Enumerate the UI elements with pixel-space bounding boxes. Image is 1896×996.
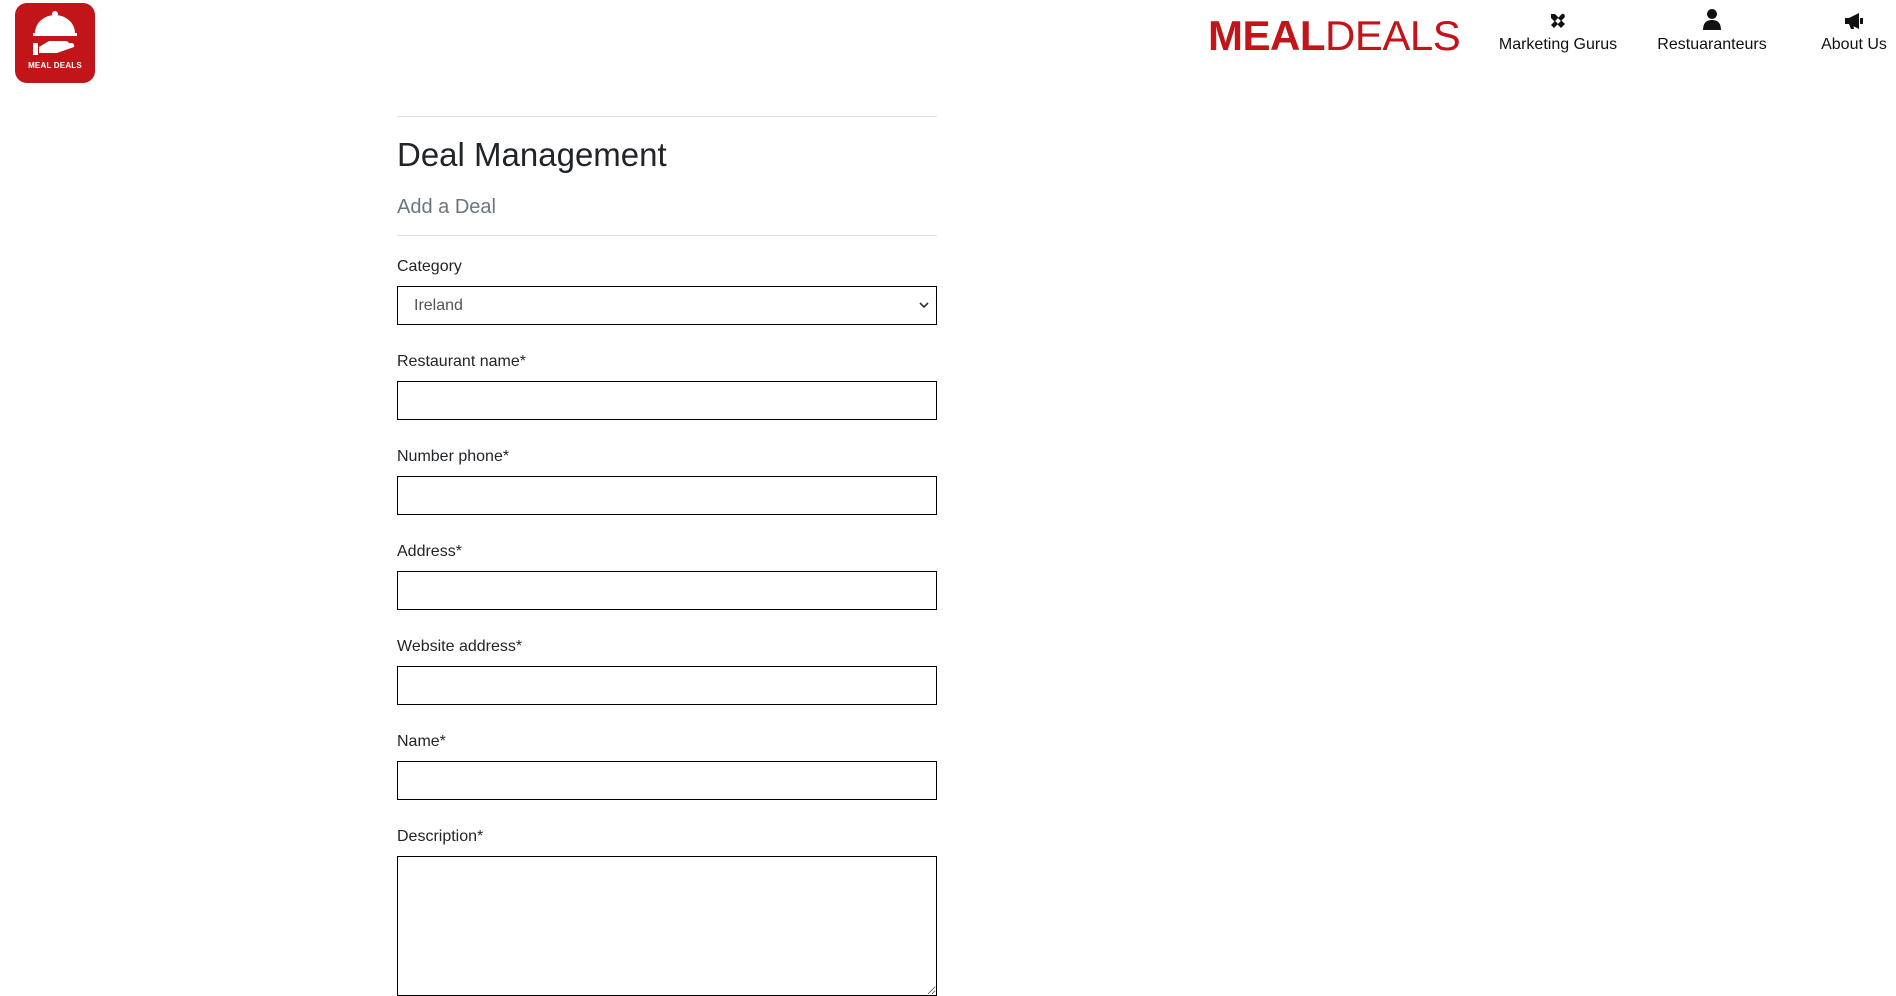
brand-wordmark[interactable]: MEALDEALS <box>1208 8 1461 64</box>
brand-name-bold: MEAL <box>1208 12 1326 59</box>
chevron-down-icon <box>919 302 929 309</box>
page-title: Deal Management <box>397 136 667 173</box>
nav-label-marketing-gurus: Marketing Gurus <box>1498 36 1618 53</box>
divider <box>397 116 937 117</box>
website-address-input[interactable] <box>397 666 937 705</box>
number-phone-label: Number phone* <box>397 448 510 465</box>
form-group-number-phone: Number phone* <box>397 447 937 515</box>
form-group-name: Name* <box>397 732 937 800</box>
number-phone-input[interactable] <box>397 476 937 515</box>
brand-name-regular: DEALS <box>1325 12 1461 59</box>
divider <box>397 235 937 236</box>
logo-text: MEAL DEALS <box>28 61 82 70</box>
category-label: Category <box>397 258 462 275</box>
tools-icon <box>1551 13 1565 28</box>
description-label: Description* <box>397 828 484 845</box>
nav-item-marketing-gurus[interactable]: Marketing Gurus <box>1493 8 1623 54</box>
nav-item-restuaranteurs[interactable]: Restuaranteurs <box>1647 8 1777 54</box>
name-input[interactable] <box>397 761 937 800</box>
page-subtitle: Add a Deal <box>397 196 496 218</box>
site-header: MEAL DEALS MEALDEALS Marketing Gurus Res… <box>0 0 1896 96</box>
restaurant-name-label: Restaurant name* <box>397 353 526 370</box>
cloche-hand-icon <box>33 11 77 55</box>
logo[interactable]: MEAL DEALS <box>15 3 95 83</box>
deal-form-container: Deal Management Add a Deal Category Irel… <box>397 116 937 996</box>
megaphone-icon <box>1845 13 1863 29</box>
nav-label-about-us: About Us <box>1821 36 1887 53</box>
address-input[interactable] <box>397 571 937 610</box>
form-group-category: Category Ireland <box>397 257 937 325</box>
form-group-address: Address* <box>397 542 937 610</box>
form-group-website-address: Website address* <box>397 637 937 705</box>
category-select[interactable]: Ireland <box>397 286 937 325</box>
form-group-restaurant-name: Restaurant name* <box>397 352 937 420</box>
person-icon <box>1703 9 1721 30</box>
nav-item-about-us[interactable]: About Us <box>1814 8 1894 54</box>
category-selected-value: Ireland <box>414 296 463 314</box>
address-label: Address* <box>397 543 462 560</box>
nav-label-restuaranteurs: Restuaranteurs <box>1657 36 1767 53</box>
description-textarea[interactable] <box>397 856 937 996</box>
name-label: Name* <box>397 733 446 750</box>
form-group-description: Description* <box>397 827 937 996</box>
website-address-label: Website address* <box>397 638 523 655</box>
restaurant-name-input[interactable] <box>397 381 937 420</box>
